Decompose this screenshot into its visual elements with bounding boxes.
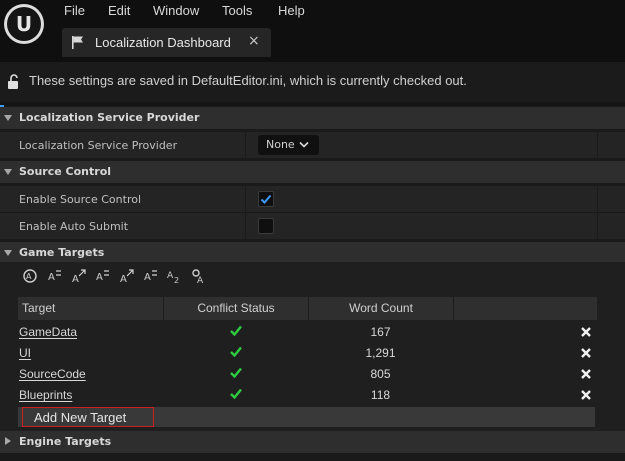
column-header-target[interactable]: Target: [22, 297, 55, 320]
delete-x-icon[interactable]: [580, 368, 592, 380]
column-header-word-count[interactable]: Word Count: [309, 297, 453, 320]
flag-icon: [72, 36, 83, 49]
svg-text:A: A: [197, 276, 204, 284]
target-link[interactable]: UI: [19, 346, 31, 360]
category-title: Game Targets: [19, 246, 105, 259]
target-link[interactable]: GameData: [19, 325, 77, 339]
delete-x-icon[interactable]: [580, 326, 592, 338]
table-row: GameData 167: [0, 322, 625, 343]
dropdown-value: None: [266, 138, 295, 151]
word-count: 1,291: [365, 346, 396, 360]
menu-help[interactable]: Help: [278, 3, 305, 18]
svg-text:2: 2: [174, 276, 179, 284]
table-row: UI 1,291: [0, 343, 625, 364]
chevron-down-icon: [299, 141, 309, 148]
provider-dropdown[interactable]: None: [258, 135, 319, 155]
svg-text:A: A: [72, 274, 79, 284]
property-label: Enable Source Control: [19, 193, 142, 206]
delete-x-icon[interactable]: [580, 389, 592, 401]
category-title: Source Control: [19, 165, 112, 178]
category-engine-targets[interactable]: Engine Targets: [0, 431, 625, 453]
svg-text:A: A: [26, 272, 32, 281]
info-bar: These settings are saved in DefaultEdito…: [0, 62, 625, 102]
edit-translations-icon[interactable]: A: [47, 268, 63, 284]
category-game-targets[interactable]: Game Targets: [0, 242, 625, 264]
enable-source-control-checkbox[interactable]: [258, 191, 274, 207]
svg-text:A: A: [120, 274, 127, 284]
word-count: 118: [370, 388, 391, 402]
import-text-icon[interactable]: A: [95, 268, 111, 284]
column-header-conflict-status[interactable]: Conflict Status: [164, 297, 308, 320]
compile-text-icon[interactable]: A: [191, 268, 207, 284]
menu-window[interactable]: Window: [153, 3, 199, 18]
collapse-arrow-icon: [4, 115, 12, 121]
close-icon[interactable]: ×: [248, 33, 260, 49]
expand-arrow-icon: [5, 437, 11, 445]
word-count: 167: [370, 325, 391, 339]
unlock-icon: [8, 74, 18, 89]
check-green-icon: [230, 325, 242, 337]
count-words-icon[interactable]: A2: [167, 268, 183, 284]
check-green-icon: [230, 367, 242, 379]
target-link[interactable]: Blueprints: [19, 388, 72, 402]
category-title: Localization Service Provider: [19, 111, 200, 124]
svg-text:A: A: [96, 272, 103, 283]
import-dialogue-icon[interactable]: A: [143, 268, 159, 284]
menu-edit[interactable]: Edit: [108, 3, 130, 18]
svg-text:A: A: [144, 272, 151, 283]
category-source-control[interactable]: Source Control: [0, 161, 625, 183]
checkout-status-text: These settings are saved in DefaultEdito…: [29, 73, 467, 88]
export-text-icon[interactable]: A: [71, 268, 87, 284]
property-row-enable-auto-submit: Enable Auto Submit: [0, 213, 625, 239]
check-icon: [260, 194, 272, 204]
title-bar: U File Edit Window Tools Help Localizati…: [0, 0, 625, 62]
delete-x-icon[interactable]: [580, 347, 592, 359]
svg-text:A: A: [48, 272, 55, 283]
property-row-provider: Localization Service Provider None: [0, 132, 625, 158]
target-link[interactable]: SourceCode: [19, 367, 86, 381]
word-count: 805: [370, 367, 391, 381]
enable-auto-submit-checkbox[interactable]: [258, 218, 274, 234]
tab-title: Localization Dashboard: [95, 35, 231, 50]
check-green-icon: [230, 388, 242, 400]
table-row: Blueprints 118: [0, 385, 625, 406]
category-localization-service-provider[interactable]: Localization Service Provider: [0, 107, 625, 129]
button-label: Add New Target: [34, 410, 127, 425]
category-title: Engine Targets: [19, 435, 112, 448]
menu-file[interactable]: File: [64, 3, 85, 18]
tab-localization-dashboard[interactable]: Localization Dashboard ×: [62, 28, 271, 57]
add-new-target-button[interactable]: Add New Target: [22, 407, 154, 427]
gather-text-icon[interactable]: A: [22, 268, 38, 284]
svg-text:A: A: [167, 271, 174, 281]
unreal-logo-icon[interactable]: U: [4, 4, 44, 44]
property-label: Localization Service Provider: [19, 139, 178, 152]
export-dialogue-icon[interactable]: A: [119, 268, 135, 284]
property-row-enable-source-control: Enable Source Control: [0, 186, 625, 212]
property-label: Enable Auto Submit: [19, 220, 129, 233]
collapse-arrow-icon: [4, 250, 12, 256]
check-green-icon: [230, 346, 242, 358]
table-row: SourceCode 805: [0, 364, 625, 385]
collapse-arrow-icon: [4, 169, 12, 175]
targets-table-header: Target Conflict Status Word Count: [18, 297, 597, 320]
menu-tools[interactable]: Tools: [222, 3, 252, 18]
